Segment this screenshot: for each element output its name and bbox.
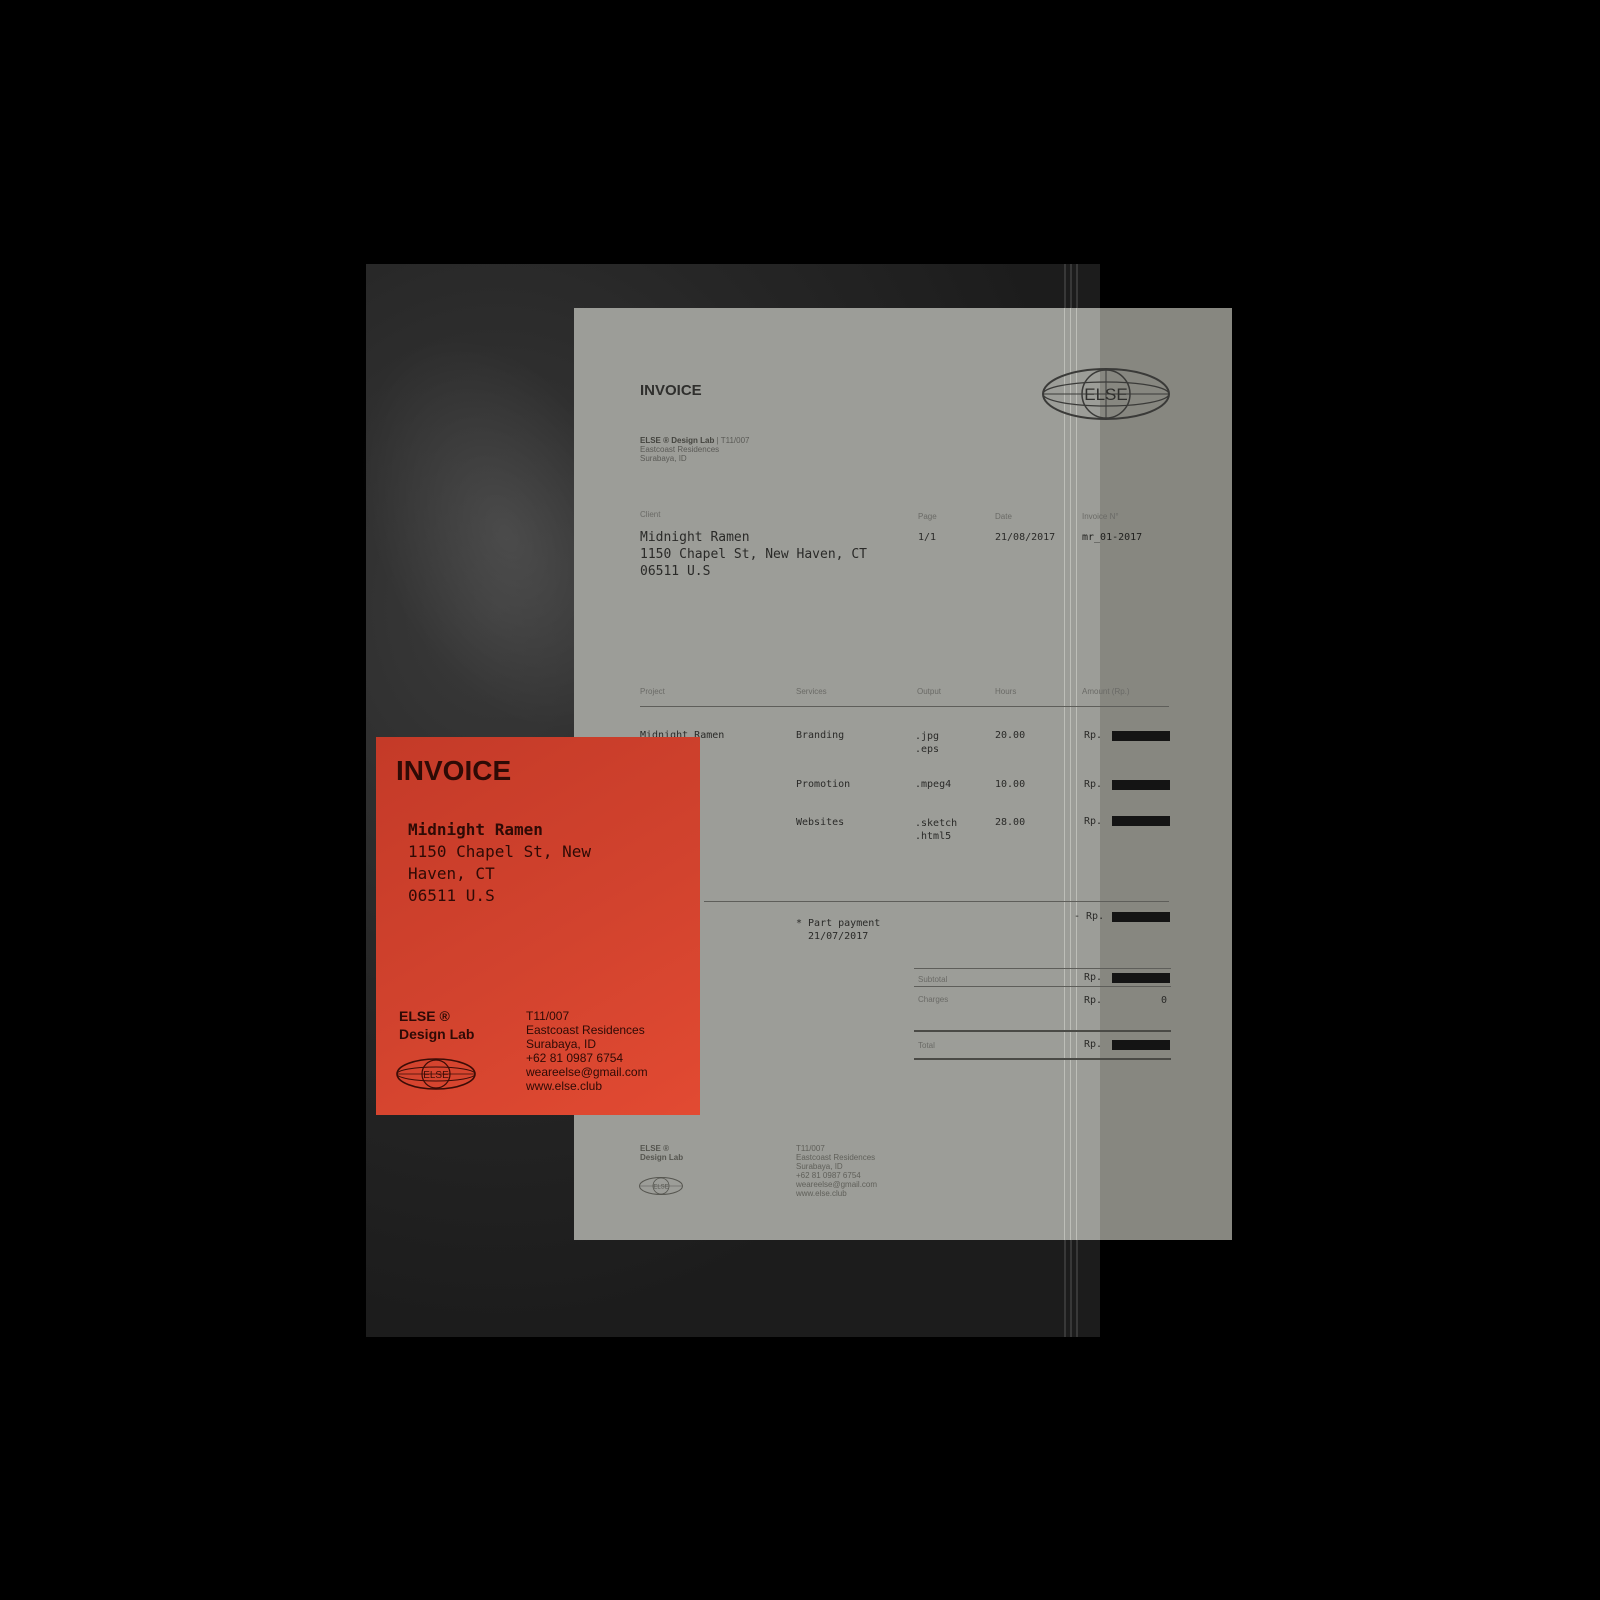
date-value: 21/08/2017 <box>995 532 1056 543</box>
output-format: .jpg <box>915 731 940 742</box>
sheet-seam <box>1076 308 1077 1240</box>
red-invoice-card: INVOICE Midnight Ramen 1150 Chapel St, Ne… <box>376 737 700 1115</box>
footer-brand: ELSE ® Design Lab <box>640 1144 683 1162</box>
footer-brand-line: Design Lab <box>640 1153 684 1162</box>
redacted-amount <box>1112 780 1170 790</box>
row-output: .jpg .eps <box>915 730 939 756</box>
row-currency: Rp. <box>1084 730 1103 741</box>
redacted-amount <box>1112 973 1170 983</box>
row-hours: 28.00 <box>995 817 1026 828</box>
footer-line: +62 81 0987 6754 <box>796 1171 861 1180</box>
items-rule <box>704 901 1169 902</box>
card-contact-line: T11/007 <box>526 1009 570 1023</box>
subtotal-currency: Rp. <box>1084 972 1103 983</box>
page-label: Page <box>918 512 937 521</box>
sender-line: Surabaya, ID <box>640 454 687 463</box>
sender-name: ELSE ® Design Lab <box>640 436 715 445</box>
card-contact-line: Surabaya, ID <box>526 1037 597 1051</box>
row-hours: 10.00 <box>995 779 1026 790</box>
invoice-number-value: mr_01-2017 <box>1082 532 1143 543</box>
payment-currency: - Rp. <box>1074 911 1105 922</box>
page-value: 1/1 <box>918 532 937 543</box>
card-contact-line: weareelse@gmail.com <box>526 1065 648 1079</box>
footer-line: T11/007 <box>796 1144 825 1153</box>
redacted-amount <box>1112 731 1170 741</box>
output-format: .sketch <box>915 818 958 829</box>
sheet-seam <box>1070 308 1071 1240</box>
charges-label: Charges <box>918 995 949 1004</box>
charges-currency: Rp. <box>1084 995 1103 1006</box>
card-contact: T11/007 Eastcoast Residences Surabaya, ID +… <box>526 1009 648 1093</box>
row-hours: 20.00 <box>995 730 1026 741</box>
client-name: Midnight Ramen <box>640 530 750 545</box>
col-header-amount: Amount (Rp.) <box>1082 687 1130 696</box>
payment-date: 21/07/2017 <box>796 931 869 942</box>
charges-rule <box>914 986 1171 987</box>
row-currency: Rp. <box>1084 779 1103 790</box>
sheet-seam <box>1064 308 1065 1240</box>
sender-block: ELSE ® Design Lab | T11/007 Eastcoast Re… <box>640 436 750 463</box>
card-logo-text: ELSE <box>423 1070 449 1081</box>
footer-else-logo: ELSE <box>639 1177 683 1195</box>
row-service: Promotion <box>796 779 851 790</box>
card-client-block: Midnight Ramen 1150 Chapel St, New Haven, … <box>408 819 591 907</box>
redacted-amount <box>1112 816 1170 826</box>
card-contact-line: www.else.club <box>526 1079 603 1093</box>
part-payment-note: * Part payment 21/07/2017 <box>796 917 880 943</box>
client-label: Client <box>640 510 661 519</box>
row-service: Branding <box>796 730 845 741</box>
sender-ref: | T11/007 <box>714 436 750 445</box>
charges-value: 0 <box>1161 995 1168 1006</box>
total-bottom-rule <box>914 1058 1171 1060</box>
redacted-amount <box>1112 912 1170 922</box>
col-header-project: Project <box>640 687 665 696</box>
card-brand-line: Design Lab <box>399 1026 475 1042</box>
col-header-services: Services <box>796 687 827 696</box>
footer-line: Surabaya, ID <box>796 1162 843 1171</box>
card-else-logo: ELSE <box>396 1058 476 1090</box>
folder-overlap-shade <box>1100 308 1232 1240</box>
card-address: 06511 U.S <box>408 886 495 905</box>
footer-line: weareelse@gmail.com <box>796 1180 878 1189</box>
card-contact-line: Eastcoast Residences <box>526 1023 645 1037</box>
invoice-title: INVOICE <box>640 382 702 399</box>
header-rule <box>640 706 1169 707</box>
card-brand: ELSE ® Design Lab <box>399 1007 474 1043</box>
row-service: Websites <box>796 817 845 828</box>
col-header-output: Output <box>917 687 942 696</box>
footer-line: www.else.club <box>796 1189 847 1198</box>
subtotal-rule <box>914 968 1171 969</box>
total-rule <box>914 1030 1171 1032</box>
redacted-amount <box>1112 1040 1170 1050</box>
card-contact-line: +62 81 0987 6754 <box>526 1051 624 1065</box>
client-address: 06511 U.S <box>640 564 711 579</box>
footer-line: Eastcoast Residences <box>796 1153 876 1162</box>
output-format: .html5 <box>915 831 952 842</box>
subtotal-label: Subtotal <box>918 975 948 984</box>
sender-line: Eastcoast Residences <box>640 445 720 454</box>
footer-contact: T11/007 Eastcoast Residences Surabaya, I… <box>796 1144 877 1198</box>
card-brand-line: ELSE ® <box>399 1008 450 1024</box>
client-block: Midnight Ramen 1150 Chapel St, New Haven,… <box>640 529 867 580</box>
else-globe-logo: ELSE <box>1042 368 1170 420</box>
date-label: Date <box>995 512 1012 521</box>
row-output: .mpeg4 <box>915 779 952 790</box>
logo-text: ELSE <box>1084 385 1127 404</box>
col-header-hours: Hours <box>995 687 1017 696</box>
footer-brand-line: ELSE ® <box>640 1144 670 1153</box>
payment-note: * Part payment <box>796 918 881 929</box>
card-address: Haven, CT <box>408 864 495 883</box>
total-currency: Rp. <box>1084 1039 1103 1050</box>
card-address: 1150 Chapel St, New <box>408 842 592 861</box>
row-output: .sketch .html5 <box>915 817 957 843</box>
row-currency: Rp. <box>1084 816 1103 827</box>
invoice-number-label: Invoice N° <box>1082 512 1119 521</box>
card-title: INVOICE <box>396 755 512 786</box>
output-format: .eps <box>915 744 940 755</box>
card-client-name: Midnight Ramen <box>408 820 543 839</box>
total-label: Total <box>918 1041 935 1050</box>
footer-logo-text: ELSE <box>653 1185 668 1191</box>
client-address: 1150 Chapel St, New Haven, CT <box>640 547 867 562</box>
